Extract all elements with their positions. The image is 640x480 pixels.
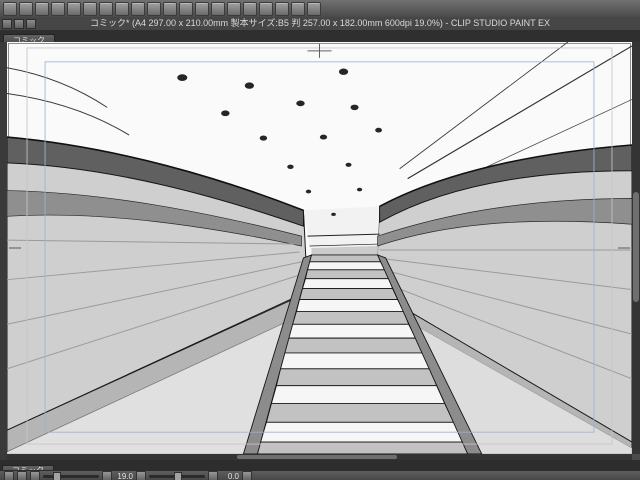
doc-restore-icon[interactable] — [14, 19, 24, 29]
canvas-viewport[interactable] — [7, 42, 632, 454]
document-window-controls — [2, 19, 36, 29]
grid-icon[interactable] — [291, 1, 305, 16]
navigator-icon[interactable] — [4, 471, 14, 480]
clip-studio-paint-window: コミック* (A4 297.00 x 210.00mm 製本サイズ:B5 判 2… — [0, 0, 640, 480]
doc-minimize-icon[interactable] — [2, 19, 12, 29]
zoom-in-icon[interactable] — [102, 471, 112, 480]
delete-icon[interactable] — [163, 1, 177, 16]
undo-icon[interactable] — [83, 1, 97, 16]
document-title: コミック* (A4 297.00 x 210.00mm 製本サイズ:B5 判 2… — [0, 17, 640, 31]
zoom-out-icon[interactable] — [243, 1, 257, 16]
export-icon[interactable] — [67, 1, 81, 16]
copy-icon[interactable] — [131, 1, 145, 16]
hand-tool-icon[interactable] — [259, 1, 273, 16]
status-bar: 19.0 0.0 — [0, 470, 640, 480]
save-icon[interactable] — [51, 1, 65, 16]
redo-icon[interactable] — [99, 1, 113, 16]
rotate-canvas-icon[interactable] — [275, 1, 289, 16]
canvas-tabstrip: コミック — [0, 30, 640, 46]
vertical-scrollbar-thumb[interactable] — [633, 192, 639, 302]
rotate-cw-icon[interactable] — [208, 471, 218, 480]
cut-icon[interactable] — [115, 1, 129, 16]
paste-icon[interactable] — [147, 1, 161, 16]
app-menu-icon[interactable] — [3, 1, 17, 16]
main-toolbar — [0, 0, 640, 18]
rotation-slider-thumb[interactable] — [174, 471, 182, 480]
zoom-out-icon[interactable] — [30, 471, 40, 480]
fit-to-screen-icon[interactable] — [242, 471, 252, 480]
zoom-slider[interactable] — [43, 471, 99, 480]
snap-icon[interactable] — [307, 1, 321, 16]
rotation-slider[interactable] — [149, 471, 205, 480]
zoom-value: 19.0 — [117, 471, 133, 480]
select-icon[interactable] — [195, 1, 209, 16]
deselect-icon[interactable] — [211, 1, 225, 16]
doc-close-icon[interactable] — [26, 19, 36, 29]
bottom-tabstrip: コミック — [0, 460, 640, 475]
vertical-scrollbar[interactable] — [632, 42, 640, 454]
horizontal-scrollbar-thumb[interactable] — [237, 455, 397, 459]
subview-icon[interactable] — [17, 471, 27, 480]
zoom-slider-thumb[interactable] — [53, 471, 61, 480]
zoom-in-icon[interactable] — [227, 1, 241, 16]
escalator-line-drawing — [7, 42, 632, 454]
open-file-icon[interactable] — [35, 1, 49, 16]
new-document-icon[interactable] — [19, 1, 33, 16]
canvas-left-frame — [0, 42, 7, 460]
fill-icon[interactable] — [179, 1, 193, 16]
rotate-ccw-icon[interactable] — [136, 471, 146, 480]
rotation-value: 0.0 — [227, 471, 239, 480]
